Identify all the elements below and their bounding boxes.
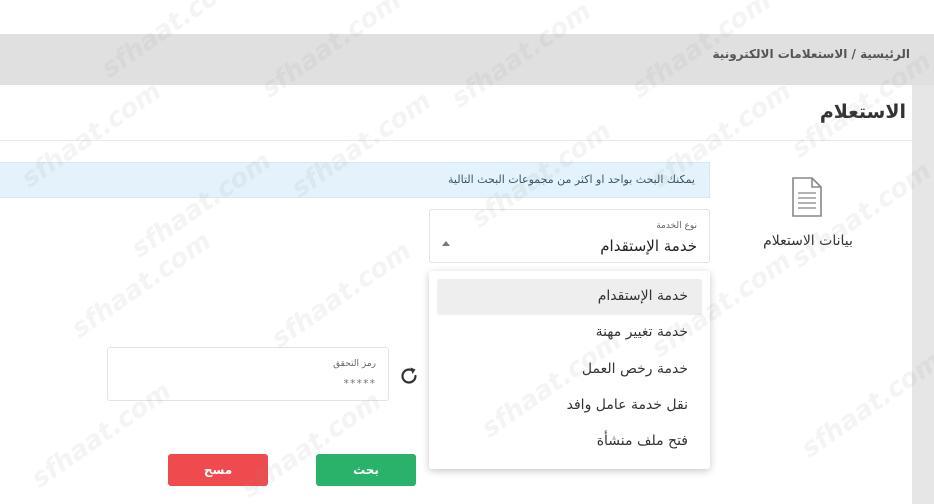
clear-button[interactable]: مسح — [168, 454, 268, 486]
service-type-label: نوع الخدمة — [656, 221, 697, 231]
document-icon — [792, 177, 822, 217]
service-type-value: خدمة الإستقدام — [600, 237, 697, 255]
main-card: الاستعلام بيانات الاستعلام يمكنك البحث ب… — [0, 85, 912, 504]
breadcrumb-bar: الرئيسية / الاستعلامات الالكترونية — [0, 34, 934, 85]
title-divider — [0, 140, 912, 141]
info-text: يمكنك البحث بواحد او اكثر من مجموعات الب… — [448, 173, 695, 186]
dropdown-option[interactable]: خدمة تغيير مهنة — [437, 315, 702, 351]
side-label: بيانات الاستعلام — [763, 233, 853, 249]
page-title: الاستعلام — [819, 101, 906, 123]
search-button[interactable]: بحث — [316, 454, 416, 486]
dropdown-option[interactable]: خدمة الإستقدام — [437, 279, 702, 315]
dropdown-option[interactable]: نقل خدمة عامل وافد — [437, 388, 702, 424]
service-type-dropdown: خدمة الإستقدام خدمة تغيير مهنة خدمة رخص … — [429, 271, 710, 469]
info-box: يمكنك البحث بواحد او اكثر من مجموعات الب… — [0, 162, 710, 198]
service-type-select[interactable]: نوع الخدمة خدمة الإستقدام — [429, 209, 710, 263]
dropdown-option[interactable]: خدمة رخص العمل — [437, 352, 702, 388]
top-bar — [0, 0, 934, 34]
caret-up-icon — [442, 241, 450, 246]
dropdown-option[interactable]: فتح ملف منشأة — [437, 424, 702, 460]
captcha-field[interactable]: رمز التحقق ***** — [107, 347, 389, 401]
breadcrumb[interactable]: الرئيسية / الاستعلامات الالكترونية — [713, 47, 910, 61]
captcha-label: رمز التحقق — [333, 359, 376, 369]
refresh-icon[interactable] — [398, 365, 420, 387]
captcha-placeholder: ***** — [343, 377, 376, 390]
